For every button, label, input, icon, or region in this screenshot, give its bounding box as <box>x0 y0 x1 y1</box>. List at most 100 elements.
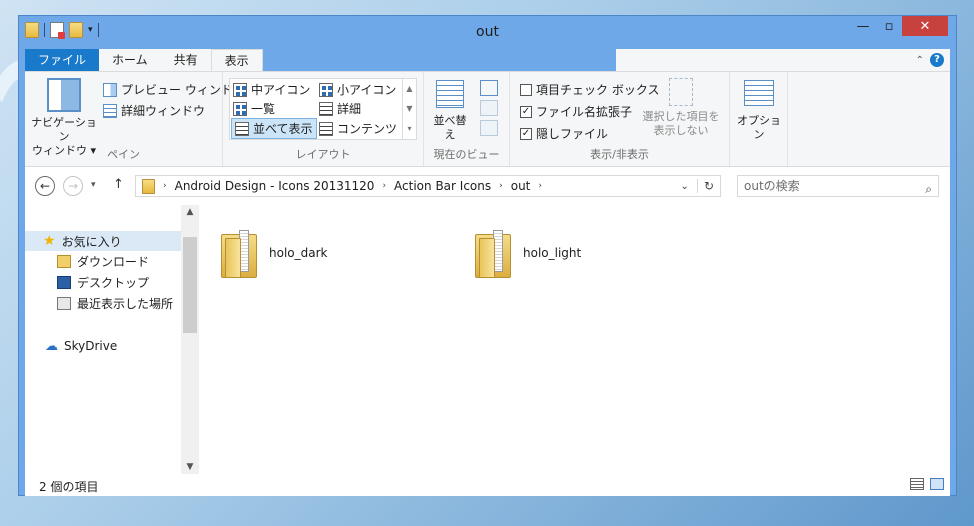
collapse-ribbon-icon[interactable]: ⌃ <box>916 55 924 66</box>
item-checkboxes-toggle[interactable]: 項目チェック ボックス <box>520 81 659 98</box>
large-icons-view-icon[interactable] <box>930 478 944 490</box>
sort-by-button[interactable]: 並べ替え <box>430 80 470 142</box>
file-extensions-checkbox[interactable]: ✓ <box>520 105 532 118</box>
layout-content[interactable]: コンテンツ <box>319 120 397 137</box>
recent-locations-icon[interactable]: ▾ <box>91 180 96 190</box>
details-view-icon[interactable] <box>910 478 924 490</box>
options-label: オプション <box>737 114 781 141</box>
breadcrumb-item[interactable]: out <box>511 179 531 193</box>
group-label-show-hide: 表示/非表示 <box>590 148 649 161</box>
layout-medium-icons[interactable]: 中アイコン <box>233 81 310 98</box>
file-item[interactable]: holo_dark <box>221 223 327 283</box>
address-dropdown-icon[interactable]: ⌄ <box>681 181 689 192</box>
forward-button[interactable]: → <box>63 176 83 196</box>
navigation-pane: ★ お気に入り ダウンロード デスクトップ 最近表示した場所 ☁ SkyDriv… <box>25 205 199 474</box>
layout-gallery-scroll[interactable]: ▲ ▼ ▾ <box>402 79 416 139</box>
breadcrumb-chevron-icon[interactable]: › <box>163 181 167 191</box>
help-icon[interactable]: ? <box>930 53 944 67</box>
layout-small-icons[interactable]: 小アイコン <box>319 81 396 98</box>
group-label-layout: レイアウト <box>295 148 351 161</box>
medium-icons-icon <box>233 82 247 97</box>
size-columns-icon[interactable] <box>480 120 498 136</box>
layout-label: 詳細 <box>337 102 362 116</box>
file-list: holo_dark holo_light <box>199 205 950 474</box>
group-label-pane: ペイン <box>107 148 140 161</box>
file-item[interactable]: holo_light <box>475 223 581 283</box>
layout-label: 中アイコン <box>251 83 311 97</box>
nav-item-downloads[interactable]: ダウンロード <box>25 251 149 271</box>
nav-pane-scrollbar[interactable]: ▲ ▼ <box>181 205 199 474</box>
content-icon <box>319 121 333 136</box>
scroll-up-icon[interactable]: ▲ <box>181 207 199 217</box>
window-controls: — ▫ ✕ <box>850 16 948 36</box>
group-by-icon[interactable] <box>480 80 498 96</box>
star-icon: ★ <box>43 233 56 249</box>
tab-share[interactable]: 共有 <box>160 49 211 71</box>
breadcrumb-chevron-icon[interactable]: › <box>382 181 386 191</box>
folder-icon <box>475 230 513 278</box>
address-field[interactable]: › Android Design - Icons 20131120 › Acti… <box>135 175 721 197</box>
nav-item-label: ダウンロード <box>77 254 150 269</box>
nav-item-recent-places[interactable]: 最近表示した場所 <box>25 293 173 313</box>
tab-home[interactable]: ホーム <box>99 49 161 71</box>
breadcrumb-item[interactable]: Android Design - Icons 20131120 <box>175 179 375 193</box>
nav-item-label: SkyDrive <box>64 339 118 353</box>
ribbon: ナビゲーション ウィンドウ ▾ プレビュー ウィンドウ 詳細ウィンドウ ペイン … <box>25 71 950 167</box>
breadcrumb-chevron-icon[interactable]: › <box>538 181 542 191</box>
hide-selected-button: 選択した項目を 表示しない <box>640 78 722 138</box>
group-current-view: 並べ替え 現在のビュー <box>424 72 510 166</box>
window-title: out <box>476 24 499 40</box>
details-pane-button[interactable]: 詳細ウィンドウ <box>103 102 205 119</box>
explorer-window: ▾ out — ▫ ✕ ファイル ホーム 共有 表示 ⌃ ? ナビゲーション ウ… <box>18 15 957 496</box>
nav-item-favorites[interactable]: ★ お気に入り <box>25 231 195 251</box>
group-pane: ナビゲーション ウィンドウ ▾ プレビュー ウィンドウ 詳細ウィンドウ ペイン <box>25 72 245 166</box>
folder-icon <box>142 178 155 194</box>
small-icons-icon <box>319 82 333 97</box>
layout-tiles[interactable]: 並べて表示 <box>231 118 317 139</box>
file-item-name: holo_light <box>523 246 582 260</box>
ribbon-tab-right: ⌃ ? <box>615 49 950 71</box>
navigation-pane-icon <box>47 78 81 112</box>
nav-item-label: 最近表示した場所 <box>77 296 174 311</box>
tab-view[interactable]: 表示 <box>210 49 263 71</box>
search-placeholder: outの検索 <box>744 179 800 193</box>
file-extensions-toggle[interactable]: ✓ ファイル名拡張子 <box>520 103 632 120</box>
maximize-button[interactable]: ▫ <box>876 16 902 36</box>
options-button[interactable]: オプション <box>734 80 784 142</box>
details-icon <box>319 101 333 116</box>
scroll-down-icon[interactable]: ▼ <box>181 462 199 472</box>
item-checkboxes-checkbox[interactable] <box>520 83 532 96</box>
search-input[interactable]: outの検索 ⌕ <box>737 175 939 197</box>
hidden-files-label: 隠しファイル <box>536 127 609 141</box>
tiles-icon <box>235 121 249 136</box>
file-extensions-label: ファイル名拡張子 <box>536 105 633 119</box>
minimize-button[interactable]: — <box>850 16 876 36</box>
breadcrumb-item[interactable]: Action Bar Icons <box>394 179 491 193</box>
scroll-thumb[interactable] <box>183 237 197 333</box>
recent-places-icon <box>57 296 71 310</box>
options-icon <box>744 80 774 106</box>
search-icon[interactable]: ⌕ <box>925 179 932 199</box>
tab-file[interactable]: ファイル <box>25 49 100 71</box>
group-label-current-view: 現在のビュー <box>433 148 500 161</box>
breadcrumb-chevron-icon[interactable]: › <box>499 181 503 191</box>
hidden-files-checkbox[interactable]: ✓ <box>520 127 532 140</box>
add-columns-icon[interactable] <box>480 100 498 116</box>
nav-item-skydrive[interactable]: ☁ SkyDrive <box>25 336 117 356</box>
layout-list[interactable]: 一覧 <box>233 100 275 117</box>
nav-item-desktop[interactable]: デスクトップ <box>25 272 149 292</box>
hide-selected-label-2: 表示しない <box>653 124 709 137</box>
back-button[interactable]: ← <box>35 176 55 196</box>
layout-gallery: 中アイコン 小アイコン 一覧 詳細 並べて表示 コンテンツ ▲ ▼ ▾ <box>229 78 417 140</box>
close-button[interactable]: ✕ <box>902 16 948 36</box>
desktop-icon <box>57 275 71 289</box>
group-layout: 中アイコン 小アイコン 一覧 詳細 並べて表示 コンテンツ ▲ ▼ ▾ レイアウ… <box>223 72 424 166</box>
up-button[interactable]: ↑ <box>113 177 124 192</box>
title-bar: ▾ out — ▫ ✕ <box>19 16 956 49</box>
layout-details[interactable]: 詳細 <box>319 100 361 117</box>
refresh-icon[interactable]: ↻ <box>696 179 720 193</box>
group-show-hide: 項目チェック ボックス ✓ ファイル名拡張子 ✓ 隠しファイル 選択した項目を … <box>510 72 730 166</box>
layout-label: コンテンツ <box>337 122 398 136</box>
cloud-icon: ☁ <box>45 338 58 354</box>
hidden-files-toggle[interactable]: ✓ 隠しファイル <box>520 125 608 142</box>
